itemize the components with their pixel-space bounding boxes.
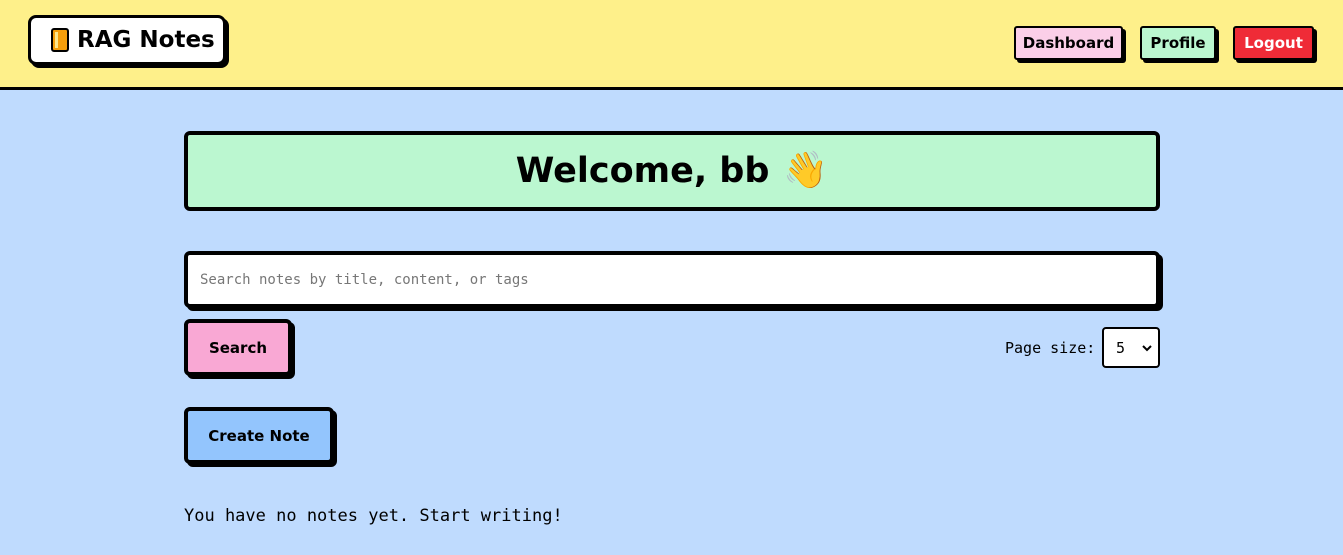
brand-logo[interactable]: RAG Notes [28, 15, 226, 65]
search-input[interactable] [184, 251, 1160, 308]
dashboard-button[interactable]: Dashboard [1014, 26, 1123, 60]
brand-title: RAG Notes [77, 27, 215, 53]
empty-notes-message: You have no notes yet. Start writing! [184, 506, 563, 526]
page-size-value: 5 [1116, 338, 1126, 357]
welcome-banner: Welcome, bb 👋 [184, 131, 1160, 211]
welcome-text: Welcome, bb [515, 151, 770, 191]
search-button[interactable]: Search [184, 319, 292, 376]
page-size-select[interactable]: 5 [1102, 327, 1160, 368]
page-size-label: Page size: [1005, 339, 1096, 357]
waving-hand-icon: 👋 [783, 150, 829, 191]
logout-button[interactable]: Logout [1233, 26, 1314, 60]
top-nav-bar: RAG Notes Dashboard Profile Logout [0, 0, 1343, 90]
chevron-down-icon [1142, 344, 1152, 351]
notebook-icon [51, 28, 69, 52]
create-note-button[interactable]: Create Note [184, 407, 334, 464]
profile-button[interactable]: Profile [1140, 26, 1216, 60]
